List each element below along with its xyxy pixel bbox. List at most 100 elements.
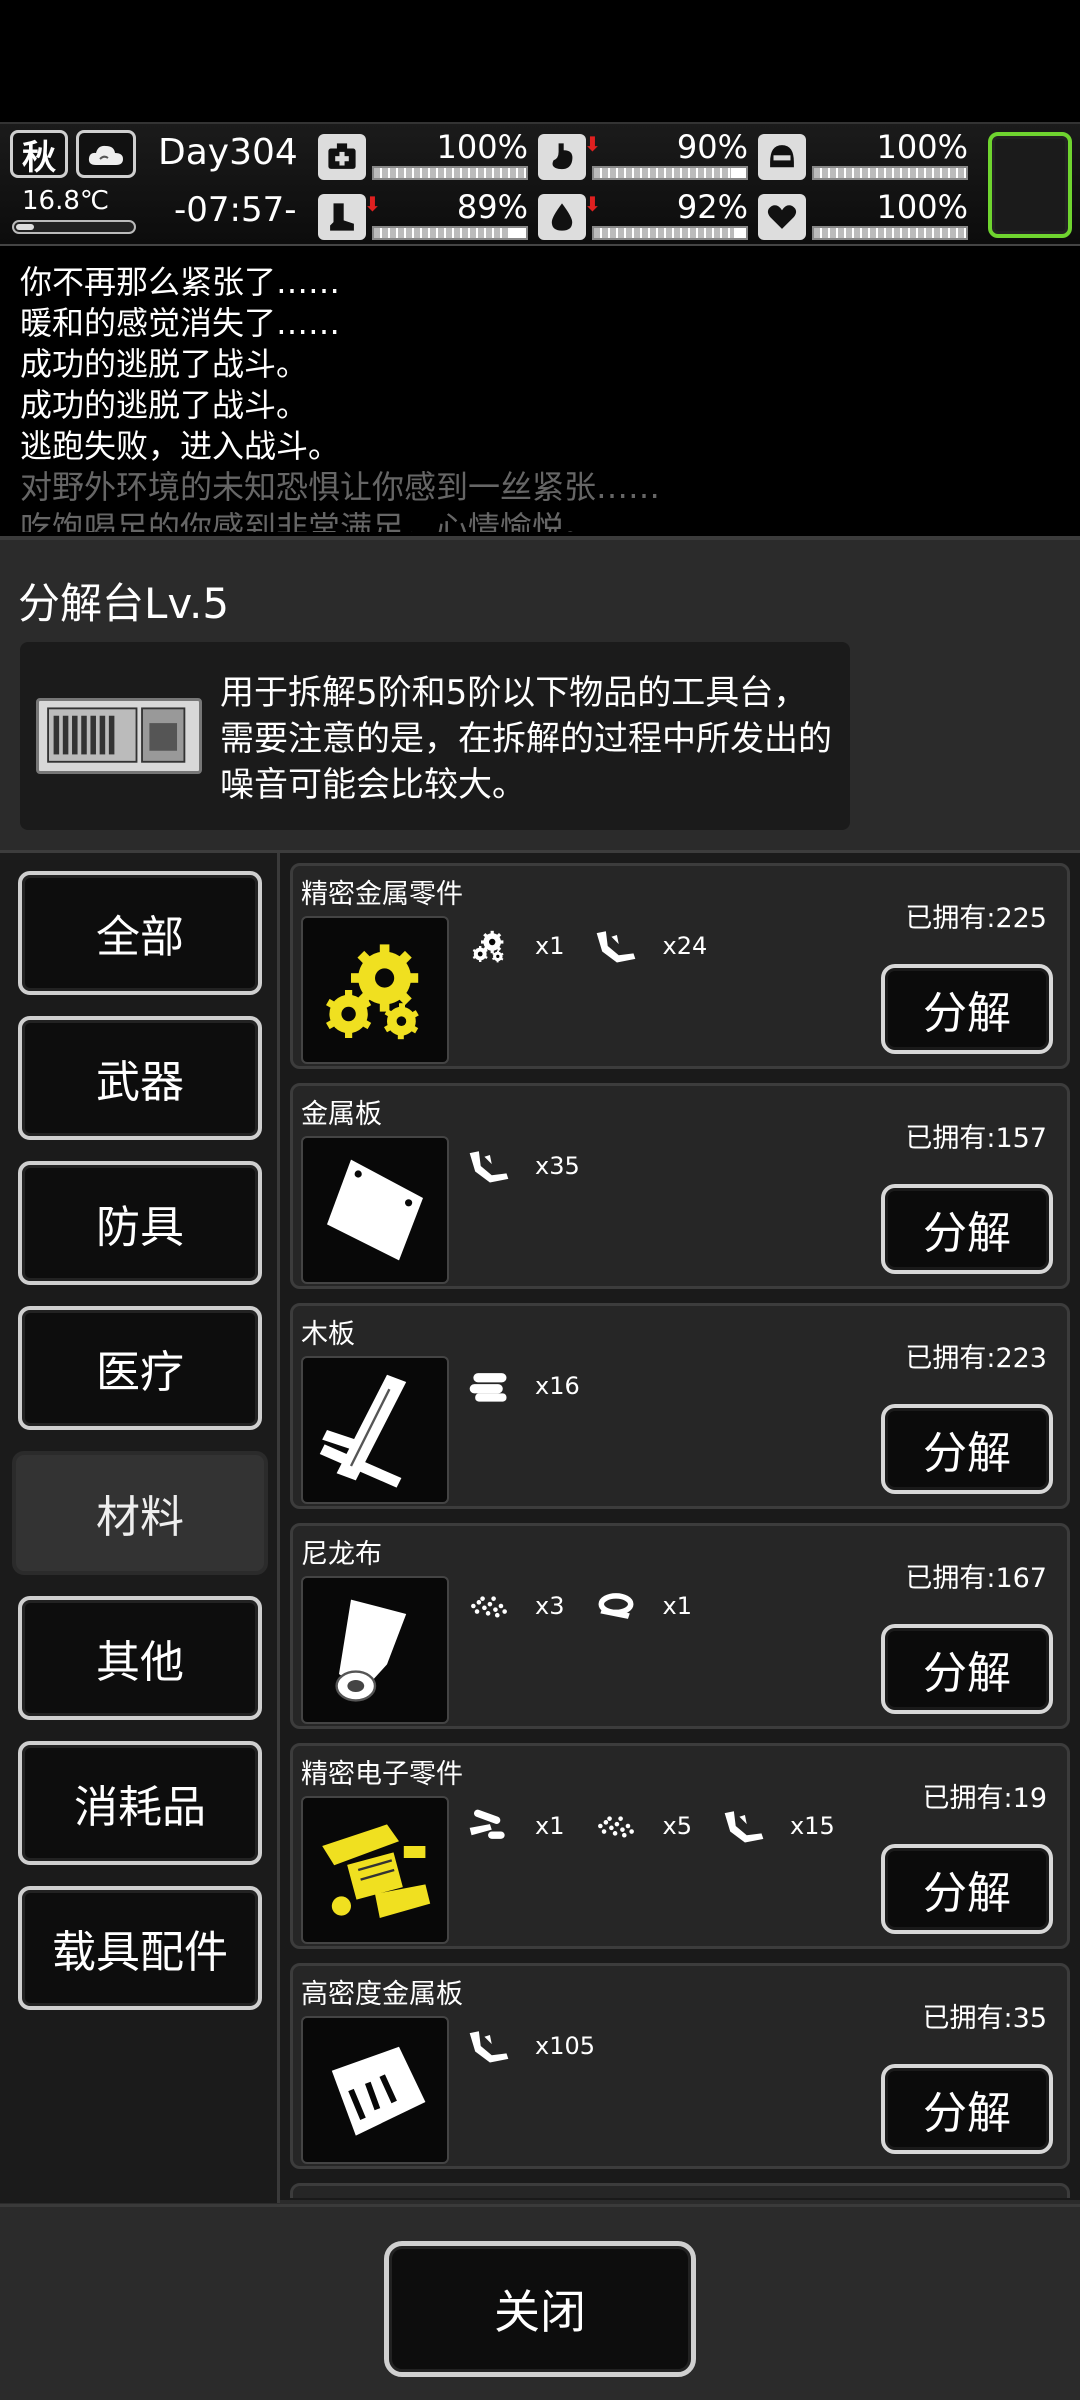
item-name: 尼龙布 [301,1539,382,1570]
panel-footer: 关闭 [0,2204,1080,2400]
item-row: 高密度金属板已拥有:35 x105 分解 [290,1963,1070,2169]
material-qty: x35 [535,1152,580,1180]
item-row: 尼龙布 已拥有:167 x3 x1 分解 [290,1523,1070,1729]
disassemble-button[interactable]: 分解 [881,964,1053,1054]
log-line: 暖和的感觉消失了…… [20,304,341,342]
item-name: 木板 [301,1319,355,1350]
stat-value: 100% [876,188,968,226]
material-list: x105 [463,2024,621,2068]
scrap-metal-icon [463,1144,515,1188]
scrap-metal-icon [718,1804,770,1848]
stat-value: 89% [456,188,528,226]
stat-bar-fill [374,168,526,178]
item-name: 金属板 [301,1099,382,1130]
category-tab[interactable]: 其他 [18,1596,262,1720]
material-qty: x1 [535,1812,565,1840]
log-icon [463,1364,515,1408]
wood-plank-icon [301,1356,449,1504]
disassemble-button[interactable]: 分解 [881,1624,1053,1714]
material-qty: x15 [789,1812,835,1840]
material-qty: x16 [535,1372,580,1400]
category-tab[interactable]: 防具 [18,1161,262,1285]
stat-stamina: ⬇ 89% [318,188,532,242]
category-tab[interactable]: 武器 [18,1016,262,1140]
material-qty: x3 [535,1592,565,1620]
log-line: 对野外环境的未知恐惧让你感到一丝紧张…… [20,468,661,506]
category-tab[interactable]: 载具配件 [18,1886,262,2010]
stat-thirst: ⬇ 92% [538,188,752,242]
gears-icon [301,916,449,1064]
equipment-slot[interactable] [988,132,1072,238]
stat-hunger: ⬇ 90% [538,128,752,182]
material-qty: x5 [662,1812,692,1840]
stat-bar [592,166,748,180]
owned-count: 已拥有:223 [905,1343,1047,1374]
material-qty: x1 [662,1592,692,1620]
fiber-icon [463,1584,515,1628]
item-row: 高导体电线 [290,2183,1070,2198]
scrap-metal-icon [590,924,642,968]
owned-count: 已拥有:225 [905,903,1047,934]
item-name: 精密金属零件 [301,879,463,910]
category-tab[interactable]: 消耗品 [18,1741,262,1865]
stat-value: 100% [436,128,528,166]
gears-icon [463,924,515,968]
stat-health: 100% [318,128,532,182]
item-name: 高密度金属板 [301,1979,463,2010]
day-counter: Day304 [158,132,298,173]
category-tab[interactable]: 医疗 [18,1306,262,1430]
item-row: 精密电子零件 已拥有:19 x1 x5 x15 分解 [290,1743,1070,1949]
cloud-icon [76,130,136,178]
stat-bar [812,166,968,180]
material-entry: x15 [718,1804,835,1848]
disassemble-button[interactable]: 分解 [881,1404,1053,1494]
item-list[interactable]: 精密金属零件 已拥有:225 x1 x24 分解 金属板 已拥有:157 x35 分解 木板已… [290,853,1076,2198]
stat-bar [372,166,528,180]
owned-count: 已拥有:19 [922,1783,1047,1814]
workbench-image [36,698,202,774]
item-row: 木板已拥有:223 x16 分解 [290,1303,1070,1509]
category-tab[interactable]: 全部 [18,871,262,995]
description-card: 用于拆解5阶和5阶以下物品的工具台，需要注意的是，在拆解的过程中所发出的噪音可能… [20,642,850,830]
log-line: 吃饱喝足的你感到非常满足，心情愉悦。 [20,509,597,532]
status-hud: 秋 16.8℃ Day304 -07:57- 100% ⬇ 90% 100% ⬇ 89% ⬇… [0,122,1080,246]
category-tab[interactable]: 材料 [12,1451,268,1575]
material-list: x3 x1 [463,1584,718,1628]
item-row: 金属板已拥有:157 x35 分解 [290,1083,1070,1289]
stat-bar-fill [814,168,966,178]
disassemble-button[interactable]: 分解 [881,2064,1053,2154]
stat-value: 92% [676,188,748,226]
disassemble-button[interactable]: 分解 [881,1184,1053,1274]
medkit-icon [318,134,366,180]
stat-spirit: 100% [758,188,972,242]
material-entry: x1 [590,1584,692,1628]
temperature-bar [12,220,136,234]
message-log: 你不再那么紧张了…… 暖和的感觉消失了…… 成功的逃脱了战斗。 成功的逃脱了战斗。 逃跑… [0,250,1080,532]
disassemble-button[interactable]: 分解 [881,1844,1053,1934]
material-entry: x1 [463,1804,564,1848]
panel-content: 全部 武器 防具 医疗 材料 其他 消耗品 载具配件 精密金属零件 已拥有:225 x1 x24… [0,850,1080,2203]
scrap-metal-icon [463,2024,515,2068]
workbench-description: 用于拆解5阶和5阶以下物品的工具台，需要注意的是，在拆解的过程中所发出的噪音可能… [220,673,832,805]
falling-arrow-icon: ⬇ [584,192,601,216]
material-list: x35 [463,1144,606,1188]
item-name: 高导体电线 [301,2192,436,2198]
category-sidebar: 全部武器防具医疗材料其他消耗品载具配件 [0,853,280,2203]
stat-bar [812,226,968,240]
water-drop-icon [538,194,586,240]
stat-value: 100% [876,128,968,166]
owned-count: 已拥有:157 [905,1123,1047,1154]
stat-bar [372,226,528,240]
material-list: x1 x5 x15 [463,1804,861,1848]
helmet-icon [758,134,806,180]
fiber-icon [590,1804,642,1848]
close-button[interactable]: 关闭 [384,2241,696,2377]
stat-value: 90% [676,128,748,166]
falling-arrow-icon: ⬇ [364,192,381,216]
disassembly-panel: 分解台Lv.5 用于拆解5阶和5阶以下物品的工具台，需要注意的是，在拆解的过程中… [0,536,1080,2400]
material-entry: x1 [463,924,564,968]
season-badge: 秋 [10,130,68,178]
owned-count: 已拥有:35 [922,2003,1047,2034]
falling-arrow-icon: ⬇ [584,132,601,156]
dense-plate-icon [301,2016,449,2164]
